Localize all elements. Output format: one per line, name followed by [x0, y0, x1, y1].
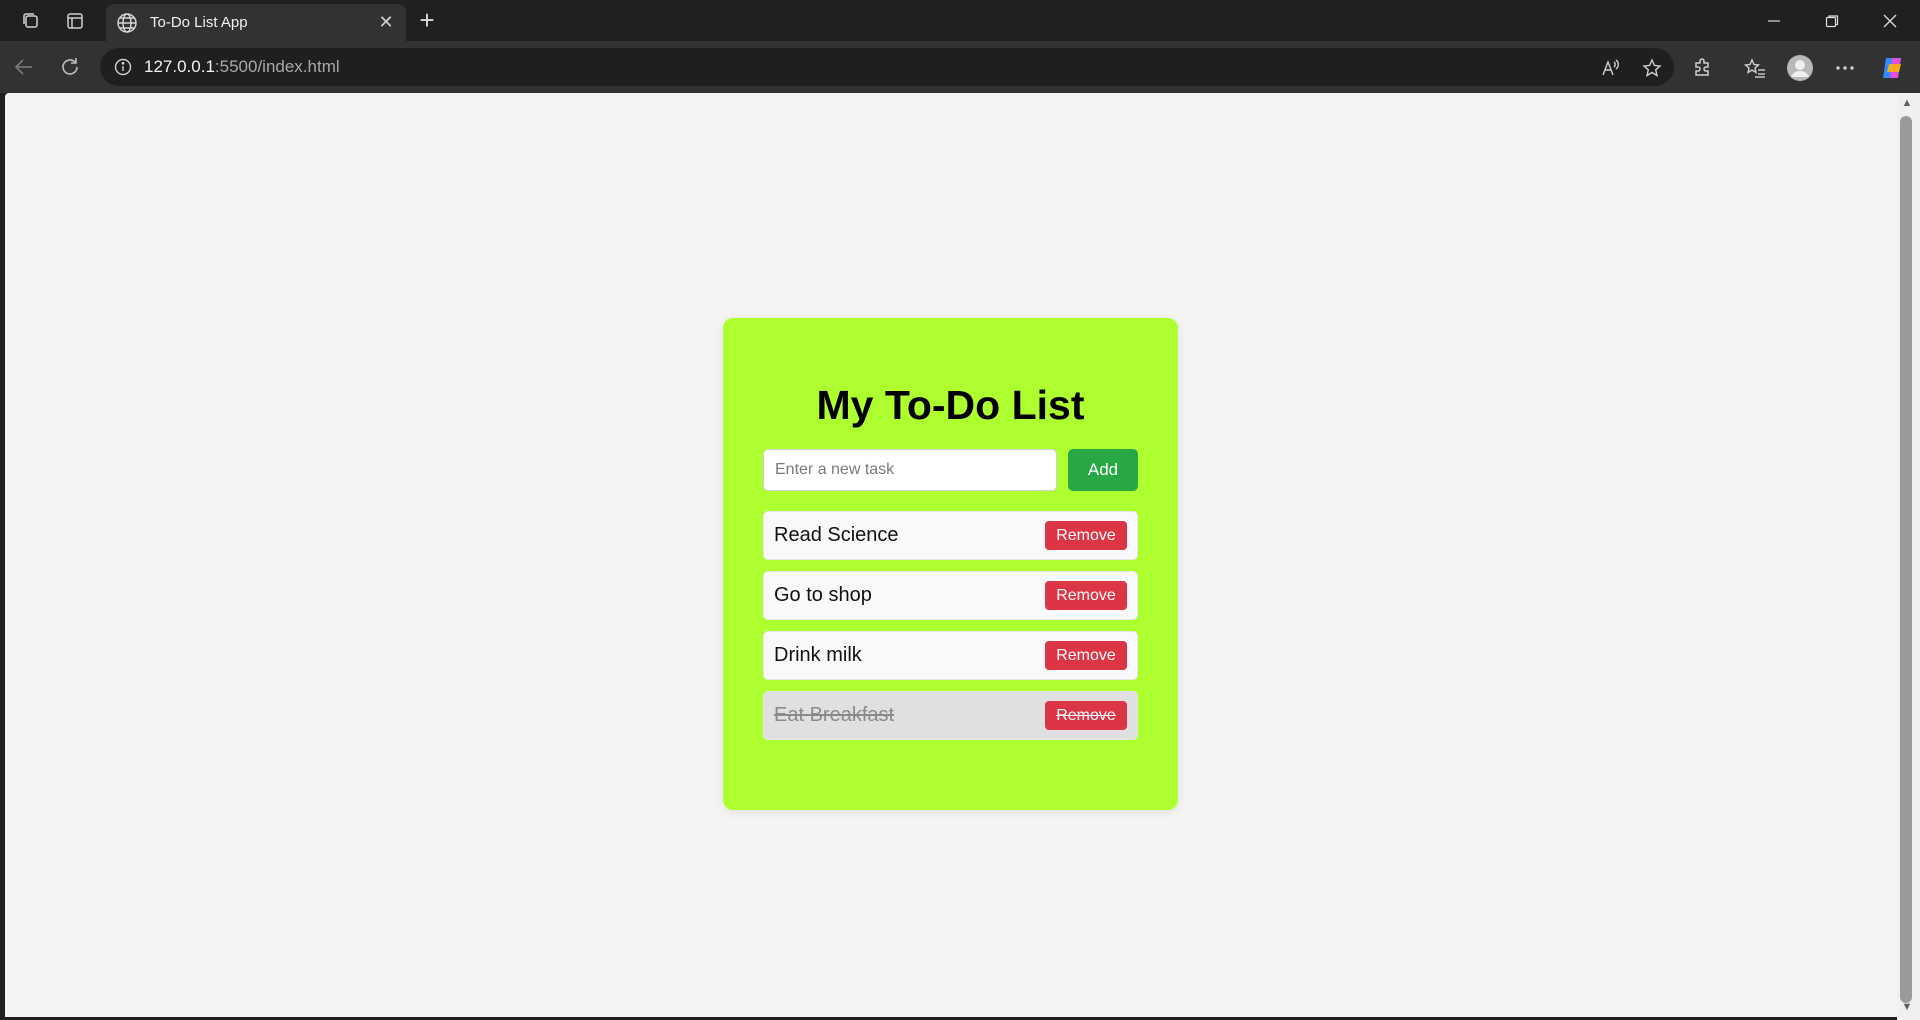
workspaces-icon[interactable]: [18, 8, 44, 34]
task-text: Drink milk: [774, 644, 862, 666]
minimize-icon[interactable]: [1745, 0, 1803, 41]
task-text: Read Science: [774, 524, 899, 546]
page-title: My To-Do List: [816, 382, 1085, 428]
url-path: :5500/index.html: [214, 57, 340, 76]
address-bar[interactable]: 127.0.0.1:5500/index.html: [100, 48, 1674, 86]
scroll-up-icon[interactable]: ▲: [1899, 97, 1915, 111]
new-tab-button[interactable]: +: [414, 7, 440, 34]
tab-close-icon[interactable]: ✕: [376, 12, 396, 33]
restore-icon[interactable]: [1803, 0, 1861, 41]
profile-icon[interactable]: [1785, 53, 1815, 83]
task-item[interactable]: Go to shop Remove: [763, 571, 1138, 620]
copilot-icon[interactable]: [1878, 53, 1908, 83]
task-item-completed[interactable]: Eat Breakfast Remove: [763, 691, 1138, 740]
todo-card: My To-Do List Add Read Science Remove Go…: [723, 318, 1178, 810]
remove-button[interactable]: Remove: [1045, 521, 1127, 550]
more-icon[interactable]: [1830, 53, 1860, 83]
back-arrow-icon[interactable]: [10, 53, 38, 81]
reload-icon[interactable]: [56, 53, 84, 81]
tab-actions-icon[interactable]: [62, 8, 88, 34]
url-host: 127.0.0.1: [144, 57, 215, 76]
remove-button[interactable]: Remove: [1045, 641, 1127, 670]
remove-button[interactable]: Remove: [1045, 581, 1127, 610]
extensions-icon[interactable]: [1688, 53, 1718, 83]
browser-toolbar: 127.0.0.1:5500/index.html: [0, 41, 1920, 93]
task-input[interactable]: [763, 449, 1057, 491]
tab-title: To-Do List App: [150, 14, 248, 31]
add-button[interactable]: Add: [1068, 449, 1138, 491]
task-text: Eat Breakfast: [774, 704, 895, 726]
star-icon[interactable]: [1640, 56, 1664, 80]
task-item[interactable]: Read Science Remove: [763, 511, 1138, 560]
close-window-icon[interactable]: [1861, 0, 1919, 41]
scrollbar-thumb[interactable]: [1900, 116, 1912, 1003]
remove-button[interactable]: Remove: [1045, 701, 1127, 730]
globe-icon: [116, 12, 138, 34]
task-list: Read Science Remove Go to shop Remove Dr…: [763, 511, 1138, 751]
task-text: Go to shop: [774, 584, 872, 606]
read-aloud-icon[interactable]: [1598, 56, 1622, 80]
browser-titlebar: To-Do List App ✕ +: [0, 0, 1920, 41]
task-item[interactable]: Drink milk Remove: [763, 631, 1138, 680]
browser-tab[interactable]: To-Do List App ✕: [106, 4, 406, 41]
scroll-down-icon[interactable]: ▼: [1899, 1001, 1915, 1015]
favorites-list-icon[interactable]: [1740, 53, 1770, 83]
info-icon[interactable]: [114, 58, 132, 76]
